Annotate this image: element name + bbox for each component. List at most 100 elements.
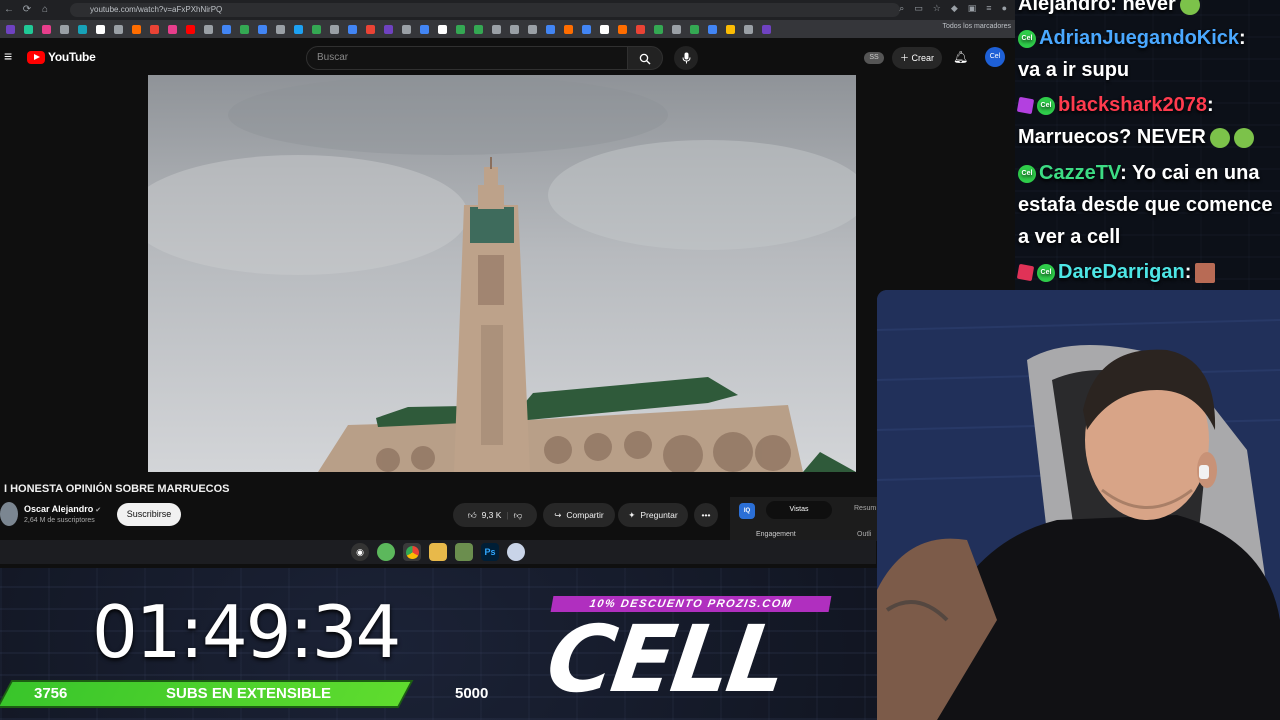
bookmark-icon[interactable] [546, 24, 555, 34]
bookmark-icon[interactable] [456, 24, 465, 34]
search-input[interactable]: Buscar [306, 46, 628, 70]
bookmark-icon[interactable] [492, 24, 501, 34]
channel-avatar[interactable] [0, 502, 18, 526]
bookmark-icon[interactable] [114, 24, 123, 34]
channel-name[interactable]: Oscar Alejandro ✔ [24, 504, 101, 514]
bookmark-icon[interactable] [276, 24, 285, 34]
bookmark-icon[interactable] [690, 24, 699, 34]
bookmark-icon[interactable] [42, 24, 51, 34]
tab-vistas[interactable]: Vistas [766, 501, 832, 519]
channel-name-text: Oscar Alejandro [24, 504, 94, 514]
bookmark-icon[interactable] [294, 24, 303, 34]
like-count[interactable]: 9,3 K [482, 503, 502, 527]
home-icon[interactable]: ⌂ [36, 1, 54, 19]
voice-search-button[interactable] [674, 46, 698, 70]
bookmark-icon[interactable] [636, 24, 645, 34]
star-icon[interactable]: ☆ [933, 3, 941, 14]
bookmark-icon[interactable] [330, 24, 339, 34]
bookmark-icon[interactable] [762, 24, 771, 34]
video-player[interactable] [148, 75, 856, 472]
hamburger-menu-icon[interactable]: ≡ [4, 48, 12, 64]
bookmark-icon[interactable] [726, 24, 735, 34]
profile-icon[interactable]: ● [1002, 3, 1007, 14]
all-bookmarks-folder[interactable]: Todos los marcadores [943, 23, 1011, 30]
stream-layout: ← ⟳ ⌂ youtube.com/watch?v=aFxPXhNirPQ ⌕ … [0, 0, 1280, 720]
url-field[interactable]: youtube.com/watch?v=aFxPXhNirPQ [70, 3, 900, 17]
ask-label: Preguntar [640, 510, 678, 520]
bookmark-icon[interactable] [168, 24, 177, 34]
notifications-bell-icon[interactable]: 🔔︎ [953, 50, 968, 64]
subscribe-button[interactable]: Suscribirse [117, 503, 181, 526]
bookmark-icon[interactable] [222, 24, 231, 34]
bookmark-icon[interactable] [312, 24, 321, 34]
bookmark-icon[interactable] [186, 24, 195, 34]
bookmark-icon[interactable] [582, 24, 591, 34]
bookmark-icon[interactable] [348, 24, 357, 34]
ss-badge[interactable]: SS [864, 52, 884, 64]
game-icon[interactable] [455, 543, 473, 561]
more-actions-button[interactable]: ••• [694, 503, 718, 527]
extension-icon[interactable]: ◆ [951, 3, 958, 14]
bookmark-icon[interactable] [672, 24, 681, 34]
reload-icon[interactable]: ⟳ [18, 1, 36, 19]
bird-icon[interactable] [507, 543, 525, 561]
menu-icon[interactable]: ≡ [986, 3, 991, 14]
chat-panel: Alejandro: never Cel AdrianJuegandoKick: … [1015, 0, 1280, 290]
obs-icon[interactable]: ◉ [351, 543, 369, 561]
bookmark-icon[interactable] [78, 24, 87, 34]
ask-button[interactable]: ✦ Preguntar [618, 503, 688, 527]
bookmark-icon[interactable] [24, 24, 33, 34]
account-avatar[interactable]: Cel [985, 47, 1005, 67]
chat-username[interactable]: blackshark2078 [1058, 94, 1207, 116]
microphone-icon [682, 52, 690, 64]
bookmark-icon[interactable] [258, 24, 267, 34]
bookmark-icon[interactable] [438, 24, 447, 34]
create-button[interactable]: ＋ Crear [892, 47, 942, 69]
bookmark-icon[interactable] [528, 24, 537, 34]
bookmark-icon[interactable] [240, 24, 249, 34]
bookmark-icon[interactable] [204, 24, 213, 34]
bookmark-icon[interactable] [618, 24, 627, 34]
chat-username[interactable]: DareDarrigan [1058, 261, 1185, 283]
iq-logo-icon[interactable]: IQ [739, 503, 755, 519]
bookmark-icon[interactable] [564, 24, 573, 34]
thumbs-down-icon[interactable]: 👎︎ [514, 503, 523, 527]
photoshop-icon[interactable]: Ps [481, 543, 499, 561]
green-app-icon[interactable] [377, 543, 395, 561]
chat-message: Cel blackshark2078: [1016, 89, 1214, 121]
bookmark-icon[interactable] [6, 24, 15, 34]
bookmark-icon[interactable] [366, 24, 375, 34]
share-button[interactable]: ↪ Compartir [543, 503, 615, 527]
sick-emote-icon [1209, 127, 1230, 148]
bookmark-icon[interactable] [150, 24, 159, 34]
bookmark-icon[interactable] [510, 24, 519, 34]
puzzle-icon[interactable]: ▣ [968, 3, 977, 14]
folder-icon[interactable] [429, 543, 447, 561]
bookmark-icon[interactable] [60, 24, 69, 34]
chat-username[interactable]: CazzeTV [1039, 162, 1120, 184]
bookmark-icon[interactable] [744, 24, 753, 34]
back-icon[interactable]: ← [0, 1, 18, 19]
tab-resumen[interactable]: Resum [854, 505, 876, 512]
bookmark-icon[interactable] [96, 24, 105, 34]
chrome-icon[interactable] [403, 543, 421, 561]
bookmark-icon[interactable] [708, 24, 717, 34]
cube-badge-icon [1016, 97, 1035, 115]
search-button[interactable] [627, 46, 663, 70]
chat-username[interactable]: AdrianJuegandoKick [1039, 27, 1239, 49]
like-dislike-group: 👍︎ 9,3 K | 👎︎ [453, 503, 537, 527]
bookmark-icon[interactable] [474, 24, 483, 34]
bookmark-icon[interactable] [384, 24, 393, 34]
zoom-icon[interactable]: ⌕ [899, 3, 904, 14]
chat-message: Cel DareDarrigan: [1016, 256, 1216, 288]
thumbs-up-icon[interactable]: 👍︎ [468, 503, 477, 527]
cast-icon[interactable]: ▭ [914, 3, 923, 14]
bookmark-icon[interactable] [132, 24, 141, 34]
bookmark-icon[interactable] [654, 24, 663, 34]
bookmark-icon[interactable] [420, 24, 429, 34]
chat-username[interactable]: Alejandro [1018, 0, 1110, 15]
bookmark-icon[interactable] [402, 24, 411, 34]
plus-icon: ＋ [899, 53, 912, 63]
youtube-logo[interactable]: YouTube [27, 50, 96, 64]
bookmark-icon[interactable] [600, 24, 609, 34]
